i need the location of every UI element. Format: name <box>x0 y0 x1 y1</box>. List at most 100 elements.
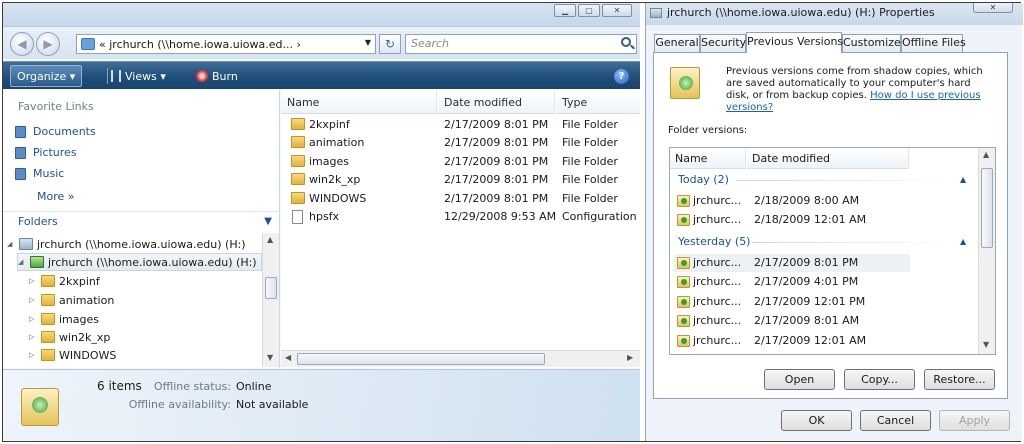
chevron-down-icon: ▼ <box>264 216 272 227</box>
scroll-down-arrow-icon[interactable]: ▼ <box>983 340 989 349</box>
folder-icon <box>291 192 305 204</box>
scroll-thumb[interactable] <box>265 277 277 299</box>
tab-security[interactable]: Security <box>700 34 746 52</box>
address-bar[interactable]: « jrchurch (\\home.iowa.uiowa.ed... › ▼ <box>76 34 376 54</box>
scroll-left-arrow-icon[interactable]: ◀ <box>285 353 291 362</box>
restore-button[interactable]: Restore... <box>924 369 995 390</box>
collapse-group-icon[interactable]: ▲ <box>960 237 966 246</box>
versions-scrollbar[interactable]: ▲ ▼ <box>978 148 995 354</box>
expand-arrow-icon[interactable]: ▷ <box>29 333 37 341</box>
network-drive-icon <box>19 238 33 250</box>
close-button[interactable]: ✕ <box>973 3 1013 13</box>
group-divider <box>752 242 956 243</box>
ok-button[interactable]: OK <box>781 410 852 431</box>
file-date: 2/17/2009 8:01 PM <box>444 136 549 149</box>
version-row-selected[interactable]: jrchurc... 2/17/2009 8:01 PM <box>674 254 910 272</box>
properties-titlebar: jrchurch (\\home.iowa.uiowa.edu) (H:) Pr… <box>646 3 1023 25</box>
folder-icon <box>291 173 305 185</box>
open-button[interactable]: Open <box>764 369 835 390</box>
tree-item-label: jrchurch (\\home.iowa.uiowa.edu) (H:) <box>48 255 257 269</box>
favorite-music[interactable]: Music <box>15 167 64 180</box>
copy-button[interactable]: Copy... <box>844 369 915 390</box>
tree-item-selected[interactable]: ◢ jrchurch (\\home.iowa.uiowa.edu) (H:) <box>17 253 262 271</box>
minimize-button[interactable]: ▁ <box>554 4 576 17</box>
folder-versions-label: Folder versions: <box>668 125 748 136</box>
favorite-pictures[interactable]: Pictures <box>15 146 77 159</box>
scroll-thumb[interactable] <box>981 168 993 248</box>
file-type: Configuration S <box>562 210 640 223</box>
folders-toggle[interactable]: Folders ▼ <box>3 211 280 233</box>
scroll-thumb[interactable] <box>297 353 545 365</box>
column-header-date[interactable]: Date modified <box>747 148 909 169</box>
group-header-yesterday[interactable]: Yesterday (5) <box>678 235 750 248</box>
tree-item[interactable]: ▷ 2kxpinf <box>29 272 100 290</box>
scroll-right-arrow-icon[interactable]: ▶ <box>627 353 633 362</box>
organize-label: Organize ▾ <box>17 69 76 83</box>
expand-arrow-icon[interactable]: ▷ <box>29 351 37 359</box>
version-row[interactable]: jrchurc... 2/17/2009 12:01 PM <box>674 293 910 311</box>
tree-scrollbar[interactable]: ▲ ▼ <box>262 233 279 367</box>
burn-button[interactable]: Burn <box>196 62 238 90</box>
maximize-button[interactable]: ▢ <box>578 4 600 17</box>
help-icon[interactable]: ? <box>614 69 629 84</box>
tree-item[interactable]: ◢ jrchurch (\\home.iowa.uiowa.edu) (H:) <box>7 235 246 253</box>
file-row[interactable]: win2k_xp 2/17/2009 8:01 PM File Folder <box>281 170 640 188</box>
close-button[interactable]: ✕ <box>602 4 632 17</box>
tab-previous-versions[interactable]: Previous Versions <box>746 32 843 53</box>
column-header-type[interactable]: Type <box>556 90 640 114</box>
collapse-group-icon[interactable]: ▲ <box>960 175 966 184</box>
expand-arrow-icon[interactable]: ▷ <box>29 277 37 285</box>
file-row[interactable]: WINDOWS 2/17/2009 8:01 PM File Folder <box>281 189 640 207</box>
version-date: 2/17/2009 12:01 PM <box>754 295 866 308</box>
version-row[interactable]: jrchurc... 2/18/2009 12:01 AM <box>674 211 910 229</box>
folder-version-icon <box>677 315 690 327</box>
tree-item-label: animation <box>59 293 115 307</box>
organize-button[interactable]: Organize ▾ <box>10 65 83 87</box>
tree-item[interactable]: ▷ images <box>29 310 99 328</box>
expand-arrow-icon[interactable]: ▷ <box>29 296 37 304</box>
file-name: 2kxpinf <box>309 118 350 131</box>
version-name: jrchurc... <box>693 314 742 327</box>
scroll-down-arrow-icon[interactable]: ▼ <box>267 353 273 362</box>
scroll-up-arrow-icon[interactable]: ▲ <box>267 235 273 244</box>
column-header-name[interactable]: Name <box>281 90 437 114</box>
version-row[interactable]: jrchurc... 2/18/2009 8:00 AM <box>674 192 910 210</box>
search-placeholder: Search <box>411 37 450 50</box>
apply-button[interactable]: Apply <box>939 410 1010 431</box>
file-row[interactable]: 2kxpinf 2/17/2009 8:01 PM File Folder <box>281 115 640 133</box>
tree-item[interactable]: ▷ win2k_xp <box>29 328 110 346</box>
cancel-button[interactable]: Cancel <box>860 410 931 431</box>
search-icon[interactable] <box>621 37 631 47</box>
column-header-name[interactable]: Name <box>670 148 746 169</box>
search-input[interactable]: Search <box>405 34 637 54</box>
back-button[interactable]: ◀ <box>10 32 34 56</box>
version-row[interactable]: jrchurc... 2/17/2009 4:01 PM <box>674 273 910 291</box>
expand-arrow-icon[interactable]: ▷ <box>29 315 37 323</box>
tree-item[interactable]: ▷ WINDOWS <box>29 346 116 364</box>
previous-versions-description: Previous versions come from shadow copie… <box>726 66 996 114</box>
forward-button[interactable]: ▶ <box>36 32 60 56</box>
folder-icon <box>41 294 55 306</box>
favorite-documents[interactable]: Documents <box>15 125 96 138</box>
collapse-arrow-icon[interactable]: ◢ <box>7 240 15 248</box>
tab-offline-files[interactable]: Offline Files <box>901 34 966 52</box>
folder-icon <box>41 331 55 343</box>
favorite-more-link[interactable]: More » <box>37 190 75 203</box>
version-row[interactable]: jrchurc... 2/17/2009 8:01 AM <box>674 312 910 330</box>
column-header-date[interactable]: Date modified <box>438 90 555 114</box>
file-row[interactable]: hpsfx 12/29/2008 9:53 AM Configuration S <box>281 207 640 225</box>
collapse-arrow-icon[interactable]: ◢ <box>18 258 26 266</box>
version-row[interactable]: jrchurc... 2/17/2009 12:01 AM <box>674 332 910 350</box>
address-dropdown-icon[interactable]: ▼ <box>365 38 371 47</box>
file-row[interactable]: animation 2/17/2009 8:01 PM File Folder <box>281 133 640 151</box>
scroll-up-arrow-icon[interactable]: ▲ <box>983 150 989 159</box>
tab-general[interactable]: General <box>654 34 700 52</box>
file-list-hscrollbar[interactable]: ◀ ▶ <box>281 350 640 367</box>
refresh-button[interactable]: ↻ <box>379 34 401 54</box>
group-header-today[interactable]: Today (2) <box>678 173 729 186</box>
tree-item[interactable]: ▷ animation <box>29 291 114 309</box>
tab-customize[interactable]: Customize <box>842 34 901 52</box>
file-row[interactable]: images 2/17/2009 8:01 PM File Folder <box>281 152 640 170</box>
version-name: jrchurc... <box>693 295 742 308</box>
views-button[interactable]: Views ▾ <box>111 62 166 90</box>
